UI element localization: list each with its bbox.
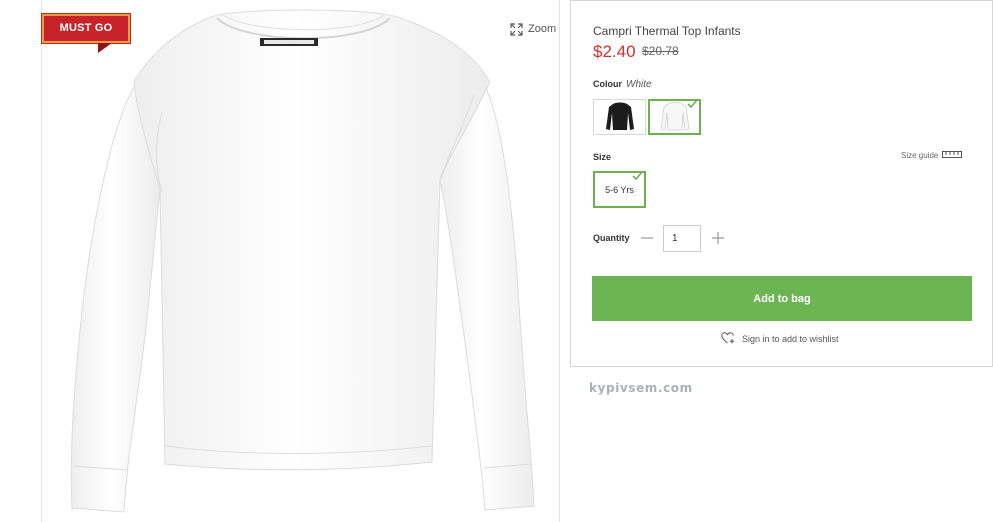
black-top-thumbnail [605,102,634,130]
must-go-badge: MUST GO [42,14,130,43]
badge-ribbon-fold [98,43,112,53]
quantity-label: Quantity [593,233,630,243]
zoom-label: Zoom [528,23,557,35]
add-to-bag-button[interactable]: Add to bag [592,276,972,321]
current-price: $2.40 [593,42,636,61]
size-guide-link[interactable]: Size guide [901,151,963,160]
watermark: kypivsem.com [589,381,693,395]
size-guide-label: Size guide [901,151,939,160]
zoom-button[interactable]: Zoom [510,21,556,37]
size-option-5-6-yrs[interactable]: 5-6 Yrs [593,171,646,208]
product-image-panel: MUST GO [41,0,560,522]
wishlist-label: Sign in to add to wishlist [742,334,839,344]
ruler-icon [942,151,963,160]
product-title: Campri Thermal Top Infants [593,24,741,38]
original-price: $20.78 [642,44,679,58]
quantity-increase-button[interactable] [708,228,728,248]
product-image[interactable] [42,0,559,522]
colour-label: Colour [593,79,622,89]
minus-icon [641,237,653,239]
wishlist-link[interactable]: Sign in to add to wishlist [721,332,839,346]
product-info-panel: Campri Thermal Top Infants $2.40 $20.78 … [570,0,993,367]
quantity-input[interactable] [663,225,701,252]
plus-icon [712,232,724,244]
heart-plus-icon [721,332,736,346]
expand-icon [510,22,523,36]
size-option-label: 5-6 Yrs [605,184,634,195]
checkmark-icon [632,171,643,180]
selected-colour-name: White [626,79,652,90]
checkmark-icon [687,99,698,108]
badge-label: MUST GO [59,22,113,34]
colour-swatch-white[interactable] [648,99,701,135]
colour-swatch-black[interactable] [593,99,646,135]
quantity-decrease-button[interactable] [637,228,657,248]
size-label: Size [593,152,612,162]
